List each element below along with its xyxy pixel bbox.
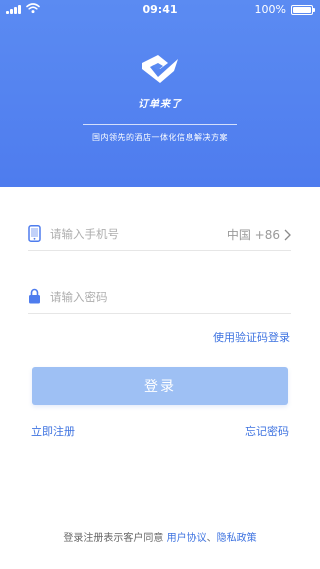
privacy-policy-link[interactable]: 隐私政策 bbox=[217, 533, 257, 544]
password-field bbox=[28, 282, 291, 314]
logo-icon bbox=[142, 55, 178, 83]
password-input[interactable] bbox=[50, 287, 220, 307]
phone-field: 中国 +86 bbox=[28, 219, 291, 251]
chevron-right-icon bbox=[284, 229, 291, 240]
country-code-label: 中国 +86 bbox=[226, 228, 280, 242]
register-link[interactable]: 立即注册 bbox=[31, 423, 75, 439]
brand-name: 订单来了 bbox=[138, 99, 182, 110]
lock-icon bbox=[29, 288, 40, 304]
status-bar: 09:41 100% bbox=[0, 0, 320, 20]
forgot-password-link[interactable]: 忘记密码 bbox=[245, 423, 289, 439]
header-divider bbox=[83, 124, 237, 125]
phone-icon bbox=[28, 225, 41, 242]
sms-login-link[interactable]: 使用验证码登录 bbox=[213, 329, 290, 345]
battery-icon bbox=[291, 5, 315, 15]
agreement-text: 登录注册表示客户同意 用户协议、隐私政策 bbox=[0, 529, 320, 544]
battery-percent: 100% bbox=[254, 3, 286, 16]
header-banner: 09:41 100% 订单来了 国内领先的酒店一体化信息解决方案 bbox=[0, 0, 320, 187]
user-agreement-link[interactable]: 用户协议 bbox=[167, 533, 207, 544]
agreement-separator: 、 bbox=[206, 533, 217, 544]
login-button[interactable]: 登录 bbox=[32, 367, 288, 405]
country-code-selector[interactable]: 中国 +86 bbox=[227, 226, 291, 243]
agreement-prefix: 登录注册表示客户同意 bbox=[63, 533, 167, 544]
brand-tagline: 国内领先的酒店一体化信息解决方案 bbox=[92, 133, 228, 142]
phone-input[interactable] bbox=[50, 224, 220, 244]
